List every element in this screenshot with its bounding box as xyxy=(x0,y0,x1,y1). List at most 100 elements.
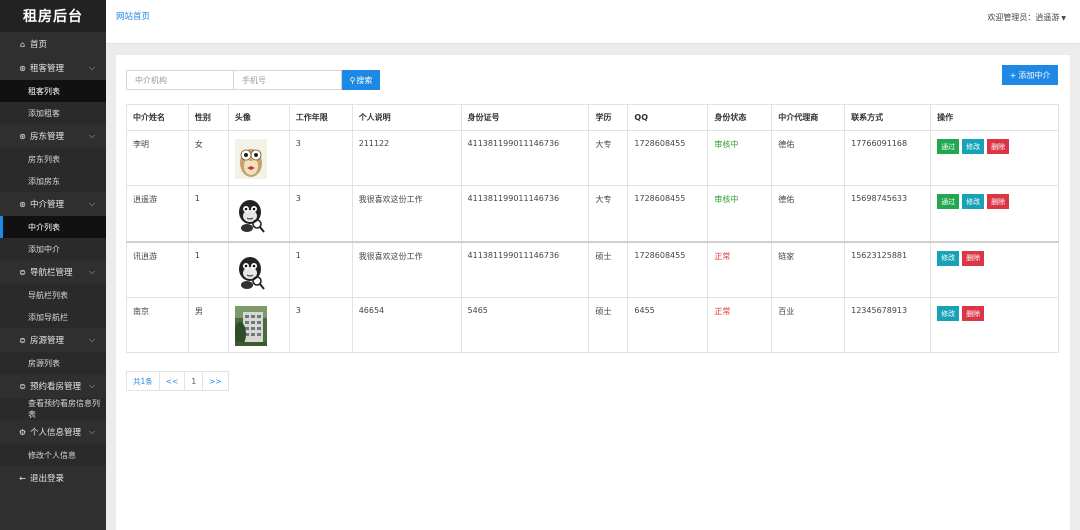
pager-next-button[interactable]: >> xyxy=(203,372,228,390)
menu-icon: ⊜ xyxy=(19,267,26,277)
cell-status: 正常 xyxy=(707,240,773,298)
sidebar-subitem-label: 房东列表 xyxy=(28,154,60,164)
sidebar-subitem-label: 租客列表 xyxy=(28,86,60,96)
sidebar-subitem[interactable]: 添加租客 xyxy=(0,102,106,124)
user-menu[interactable]: 欢迎管理员：逍遥游 ▼ xyxy=(987,12,1066,23)
cell-id-no: 411381199011146736 xyxy=(460,130,590,186)
edit-button[interactable]: 修改 xyxy=(937,250,960,266)
avatar xyxy=(234,139,283,179)
sidebar-subitem-label: 添加房东 xyxy=(28,176,60,186)
approve-button[interactable]: 通过 xyxy=(937,139,960,154)
sidebar-subitem[interactable]: 查看预约看房信息列表 xyxy=(0,398,106,420)
cell-qq: 1728608455 xyxy=(627,130,709,186)
sidebar-group[interactable]: ⊛ 租客管理 ⌵ xyxy=(0,56,106,80)
sidebar-subitem[interactable]: 房源列表 xyxy=(0,352,106,374)
sidebar-group[interactable]: ⊜ 导航栏管理 ⌵ xyxy=(0,260,106,284)
edit-button[interactable]: 修改 xyxy=(937,306,960,321)
sidebar-item-label: 中介管理 xyxy=(30,200,65,210)
cell-phone: 17766091168 xyxy=(844,130,932,186)
search-button-label: 搜索 xyxy=(356,75,373,85)
cell-phone: 15623125881 xyxy=(844,240,932,298)
sidebar-subitem[interactable]: 导航栏列表 xyxy=(0,284,106,306)
actions-cell: 修改 删除 xyxy=(930,240,1059,298)
sidebar-subitem[interactable]: 修改个人信息 xyxy=(0,444,106,466)
cell-name: 李明 xyxy=(126,130,189,186)
sidebar-group[interactable]: ⊛ 房东管理 ⌵ xyxy=(0,124,106,148)
column-header: 身份证号 xyxy=(460,104,590,131)
agency-input[interactable] xyxy=(126,70,234,90)
phone-input[interactable] xyxy=(234,70,342,90)
sidebar-subitem[interactable]: 添加房东 xyxy=(0,170,106,192)
menu-icon: ⊜ xyxy=(19,335,26,345)
sidebar-subitem[interactable]: 添加导航栏 xyxy=(0,306,106,328)
row-actions: 通过 修改 删除 xyxy=(937,139,1052,154)
pager-page-1[interactable]: 1 xyxy=(185,372,204,390)
cell-agent: 德佑 xyxy=(771,185,846,242)
cell-phone: 15698745633 xyxy=(844,185,932,242)
cell-bio: 211122 xyxy=(351,130,462,186)
cell-gender: 女 xyxy=(187,130,229,186)
sidebar-subitem[interactable]: 添加中介 xyxy=(0,238,106,260)
delete-button[interactable]: 删除 xyxy=(987,194,1010,209)
cell-years: 1 xyxy=(288,240,353,298)
menu-icon: ⌂ xyxy=(19,39,26,49)
table-row: 逍遥游 1 3 我很喜欢这份工作 411381199011146736 大专 1728608… xyxy=(126,185,1059,242)
plus-icon: + xyxy=(1009,70,1017,80)
sidebar-group[interactable]: ⊜ 房源管理 ⌵ xyxy=(0,328,106,352)
cell-name: 逍遥游 xyxy=(126,185,189,242)
caret-down-icon: ▼ xyxy=(1061,15,1066,22)
home-link[interactable]: 网站首页 xyxy=(116,10,150,22)
add-agent-button[interactable]: + 添加中介 xyxy=(1002,65,1058,85)
cell-years: 3 xyxy=(288,130,353,186)
cell-years: 3 xyxy=(288,185,353,242)
sidebar-subitem[interactable]: 租客列表 xyxy=(0,80,106,102)
avatar-cell xyxy=(227,185,290,242)
menu-icon: ⊛ xyxy=(19,63,26,73)
table-row: 李明女 3 211122 411381199011146736 大专 1728608455… xyxy=(126,130,1059,186)
column-header: 性别 xyxy=(187,104,229,131)
chevron-down-icon: ⌵ xyxy=(88,267,95,276)
sidebar-group[interactable]: ⊛ 中介管理 ⌵ xyxy=(0,192,106,216)
cell-name: 南京 xyxy=(126,297,189,353)
cell-id-no: 411381199011146736 xyxy=(460,185,590,242)
column-header: 中介姓名 xyxy=(126,104,189,131)
edit-button[interactable]: 修改 xyxy=(962,139,985,154)
search-button[interactable]: ⚲ 搜索 xyxy=(342,70,380,90)
sidebar-group[interactable]: ⊜ 预约看房管理 ⌵ xyxy=(0,374,106,398)
sidebar-item-label: 预约看房管理 xyxy=(30,382,82,392)
menu-icon: ⊛ xyxy=(19,131,26,141)
sidebar-item-label: 房源管理 xyxy=(30,336,65,346)
row-actions: 修改 删除 xyxy=(937,250,1052,266)
agent-table: 中介姓名 性别 头像 工作年限 个人说明 身份证号 学历 QQ 身份状态 中介代理商 联系方式 操作 … xyxy=(126,104,1059,353)
sidebar-item-label: 导航栏管理 xyxy=(30,268,73,278)
sidebar-subitem[interactable]: 中介列表 xyxy=(0,216,106,238)
approve-button[interactable]: 通过 xyxy=(937,194,960,209)
cell-years: 3 xyxy=(288,297,353,353)
column-header: 工作年限 xyxy=(288,104,353,131)
delete-button[interactable]: 删除 xyxy=(962,306,985,321)
sidebar-subitem-label: 中介列表 xyxy=(28,222,60,232)
avatar xyxy=(234,306,283,346)
sidebar-subitem[interactable]: 房东列表 xyxy=(0,148,106,170)
sidebar-item[interactable]: ⌂ 首页 xyxy=(0,32,106,56)
cell-id-no: 5465 xyxy=(460,297,590,353)
sidebar-group[interactable]: ⚙ 个人信息管理 ⌵ xyxy=(0,420,106,444)
delete-button[interactable]: 删除 xyxy=(987,139,1010,154)
row-actions: 修改 删除 xyxy=(937,306,1052,321)
cell-status: 审核中 xyxy=(707,185,773,242)
pager-prev-button[interactable]: << xyxy=(160,372,186,390)
sidebar-subitem-label: 导航栏列表 xyxy=(28,290,68,300)
cell-edu: 硕士 xyxy=(588,240,629,298)
cell-bio: 46654 xyxy=(351,297,462,353)
delete-button[interactable]: 删除 xyxy=(962,250,985,266)
column-header: 操作 xyxy=(930,104,1059,131)
avatar-cell xyxy=(227,297,290,353)
sidebar-item-label: 退出登录 xyxy=(30,474,65,484)
top-header: 网站首页 欢迎管理员：逍遥游 ▼ xyxy=(106,0,1080,44)
table-row: 南京男 3 46654 5465 硕士 6455 正常 百业 12345678913 修改 删除 xyxy=(126,297,1059,353)
sidebar-item[interactable]: ← 退出登录 xyxy=(0,466,106,490)
cell-gender: 1 xyxy=(187,185,229,242)
edit-button[interactable]: 修改 xyxy=(962,194,985,209)
table-row: 讯逍游 1 1 我很喜欢这份工作 411381199011146736 硕士 1728608… xyxy=(126,240,1059,298)
menu-icon: ← xyxy=(19,473,26,483)
